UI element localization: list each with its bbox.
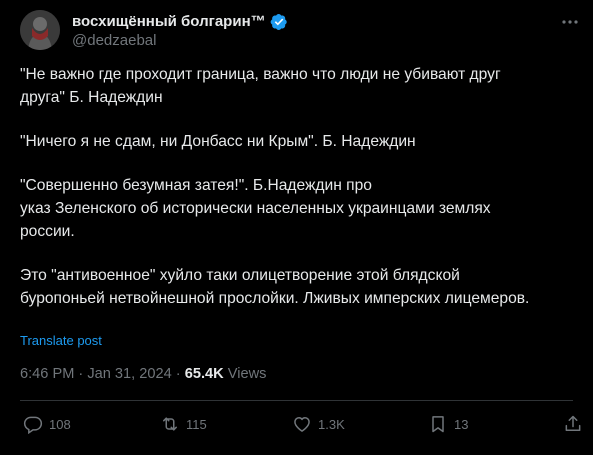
heart-icon: [294, 417, 310, 432]
meta-separator: ·: [74, 366, 88, 382]
like-count: 1.3K: [318, 416, 345, 432]
bookmark-icon: [432, 416, 444, 433]
post-paragraph: "Ничего я не сдам, ни Донбасс ни Крым". …: [20, 133, 416, 150]
post-meta: 6:46 PM · Jan 31, 2024 · 65.4K Views: [20, 366, 266, 382]
like-button[interactable]: 1.3K: [292, 414, 345, 434]
repost-icon: [163, 417, 177, 431]
reply-icon: [23, 416, 43, 434]
share-icon: [565, 415, 581, 431]
post-text: "Не важно где проходит граница, важно чт…: [20, 63, 585, 310]
post-time[interactable]: 6:46 PM: [20, 366, 74, 382]
repost-count: 115: [186, 416, 207, 432]
post-paragraph: Это "антивоенное" хуйло таки олицетворен…: [20, 267, 530, 307]
repost-button[interactable]: 115: [160, 414, 207, 434]
post-paragraph: "Не важно где проходит граница, важно чт…: [20, 66, 501, 106]
display-name[interactable]: восхищённый болгарин™: [72, 13, 266, 30]
reply-count: 108: [49, 416, 71, 432]
avatar[interactable]: [20, 10, 60, 50]
post-date[interactable]: Jan 31, 2024: [87, 366, 171, 382]
action-bar: 108 115 1.3K 13: [20, 414, 583, 438]
verified-badge-icon[interactable]: [270, 13, 288, 31]
bookmark-button[interactable]: 13: [428, 414, 468, 434]
meta-separator: ·: [171, 366, 185, 382]
share-button[interactable]: [563, 414, 583, 434]
post-header: восхищённый болгарин™ @dedzaebal: [20, 10, 580, 54]
bookmark-count: 13: [454, 416, 469, 432]
views-label: Views: [223, 366, 267, 382]
post: восхищённый болгарин™ @dedzaebal "Не важ…: [0, 0, 593, 455]
more-dots-icon[interactable]: [560, 12, 580, 32]
divider: [20, 400, 573, 401]
views-count[interactable]: 65.4K: [185, 366, 224, 382]
author-names: восхищённый болгарин™ @dedzaebal: [72, 12, 288, 49]
reply-button[interactable]: 108: [23, 414, 71, 434]
display-name-row: восхищённый болгарин™: [72, 12, 288, 31]
post-paragraph: "Совершенно безумная затея!". Б.Надеждин…: [20, 177, 491, 240]
author-handle[interactable]: @dedzaebal: [72, 32, 288, 49]
translate-post-link[interactable]: Translate post: [20, 333, 102, 348]
